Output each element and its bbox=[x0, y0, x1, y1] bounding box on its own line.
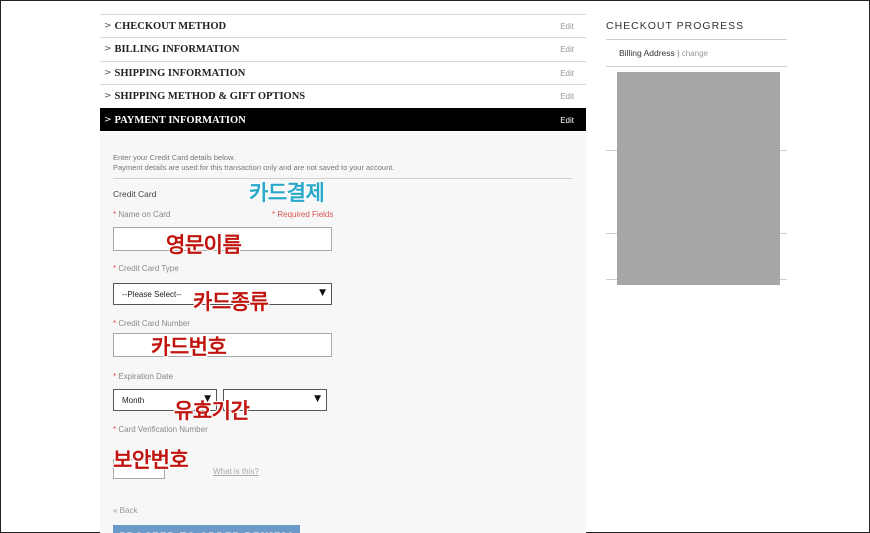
checkout-progress-title: CHECKOUT PROGRESS bbox=[606, 20, 745, 32]
annotation-expiry: 유효기간 bbox=[174, 399, 250, 423]
step-label: PAYMENT INFORMATION bbox=[114, 114, 246, 126]
proceed-to-order-review-button[interactable]: PROCEED TO ORDER REVIEW bbox=[113, 525, 300, 533]
annotation-card-payment: 카드결제 bbox=[249, 181, 325, 205]
card-type-value: --Please Select-- bbox=[122, 289, 182, 299]
edit-link[interactable]: Edit bbox=[560, 92, 574, 101]
chevron-right-icon: > bbox=[104, 115, 112, 125]
chevron-down-icon: ▼ bbox=[314, 394, 321, 404]
step-billing-information[interactable]: > BILLING INFORMATION Edit bbox=[100, 37, 586, 60]
chevron-down-icon: ▼ bbox=[319, 288, 326, 298]
annotation-english-name: 영문이름 bbox=[166, 233, 242, 257]
expiry-month-value: Month bbox=[122, 395, 145, 405]
step-shipping-information[interactable]: > SHIPPING INFORMATION Edit bbox=[100, 61, 586, 84]
divider bbox=[606, 66, 787, 67]
redacted-area bbox=[617, 72, 780, 285]
chevron-right-icon: > bbox=[104, 44, 112, 54]
edit-link[interactable]: Edit bbox=[560, 45, 574, 54]
step-payment-information[interactable]: > PAYMENT INFORMATION Edit bbox=[100, 108, 586, 131]
divider bbox=[606, 39, 787, 40]
edit-link[interactable]: Edit bbox=[560, 69, 574, 78]
step-label: CHECKOUT METHOD bbox=[114, 20, 227, 32]
billing-address-label: Billing Address bbox=[619, 48, 675, 58]
separator: | bbox=[677, 48, 680, 58]
edit-link[interactable]: Edit bbox=[560, 116, 574, 125]
back-link[interactable]: « Back bbox=[113, 506, 137, 515]
chevron-right-icon: > bbox=[104, 91, 112, 101]
chevron-right-icon: > bbox=[104, 68, 112, 78]
required-fields-note: * Required Fields bbox=[272, 210, 334, 219]
section-title: Credit Card bbox=[113, 189, 157, 199]
annotation-card-number: 카드번호 bbox=[151, 335, 227, 359]
step-label: SHIPPING METHOD & GIFT OPTIONS bbox=[114, 90, 306, 102]
expiration-date-label: * Expiration Date bbox=[113, 372, 174, 381]
annotation-cvv: 보안번호 bbox=[113, 448, 189, 472]
cvv-label: * Card Verification Number bbox=[113, 425, 208, 434]
card-number-label: * Credit Card Number bbox=[113, 319, 190, 328]
edit-link[interactable]: Edit bbox=[560, 22, 574, 31]
change-link[interactable]: change bbox=[682, 49, 708, 58]
step-label: SHIPPING INFORMATION bbox=[114, 67, 246, 79]
payment-intro: Enter your Credit Card details below. Pa… bbox=[113, 153, 395, 172]
chevron-right-icon: > bbox=[104, 21, 112, 31]
divider bbox=[113, 178, 572, 179]
step-shipping-method-gift-options[interactable]: > SHIPPING METHOD & GIFT OPTIONS Edit bbox=[100, 84, 586, 107]
whats-this-link[interactable]: What is this? bbox=[213, 467, 259, 476]
card-type-label: * Credit Card Type bbox=[113, 264, 179, 273]
step-checkout-method[interactable]: > CHECKOUT METHOD Edit bbox=[100, 14, 586, 37]
step-label: BILLING INFORMATION bbox=[114, 43, 240, 55]
billing-address-row: Billing Address | change bbox=[619, 48, 708, 58]
name-on-card-label: * Name on Card bbox=[113, 210, 171, 219]
annotation-card-type: 카드종류 bbox=[193, 290, 269, 314]
